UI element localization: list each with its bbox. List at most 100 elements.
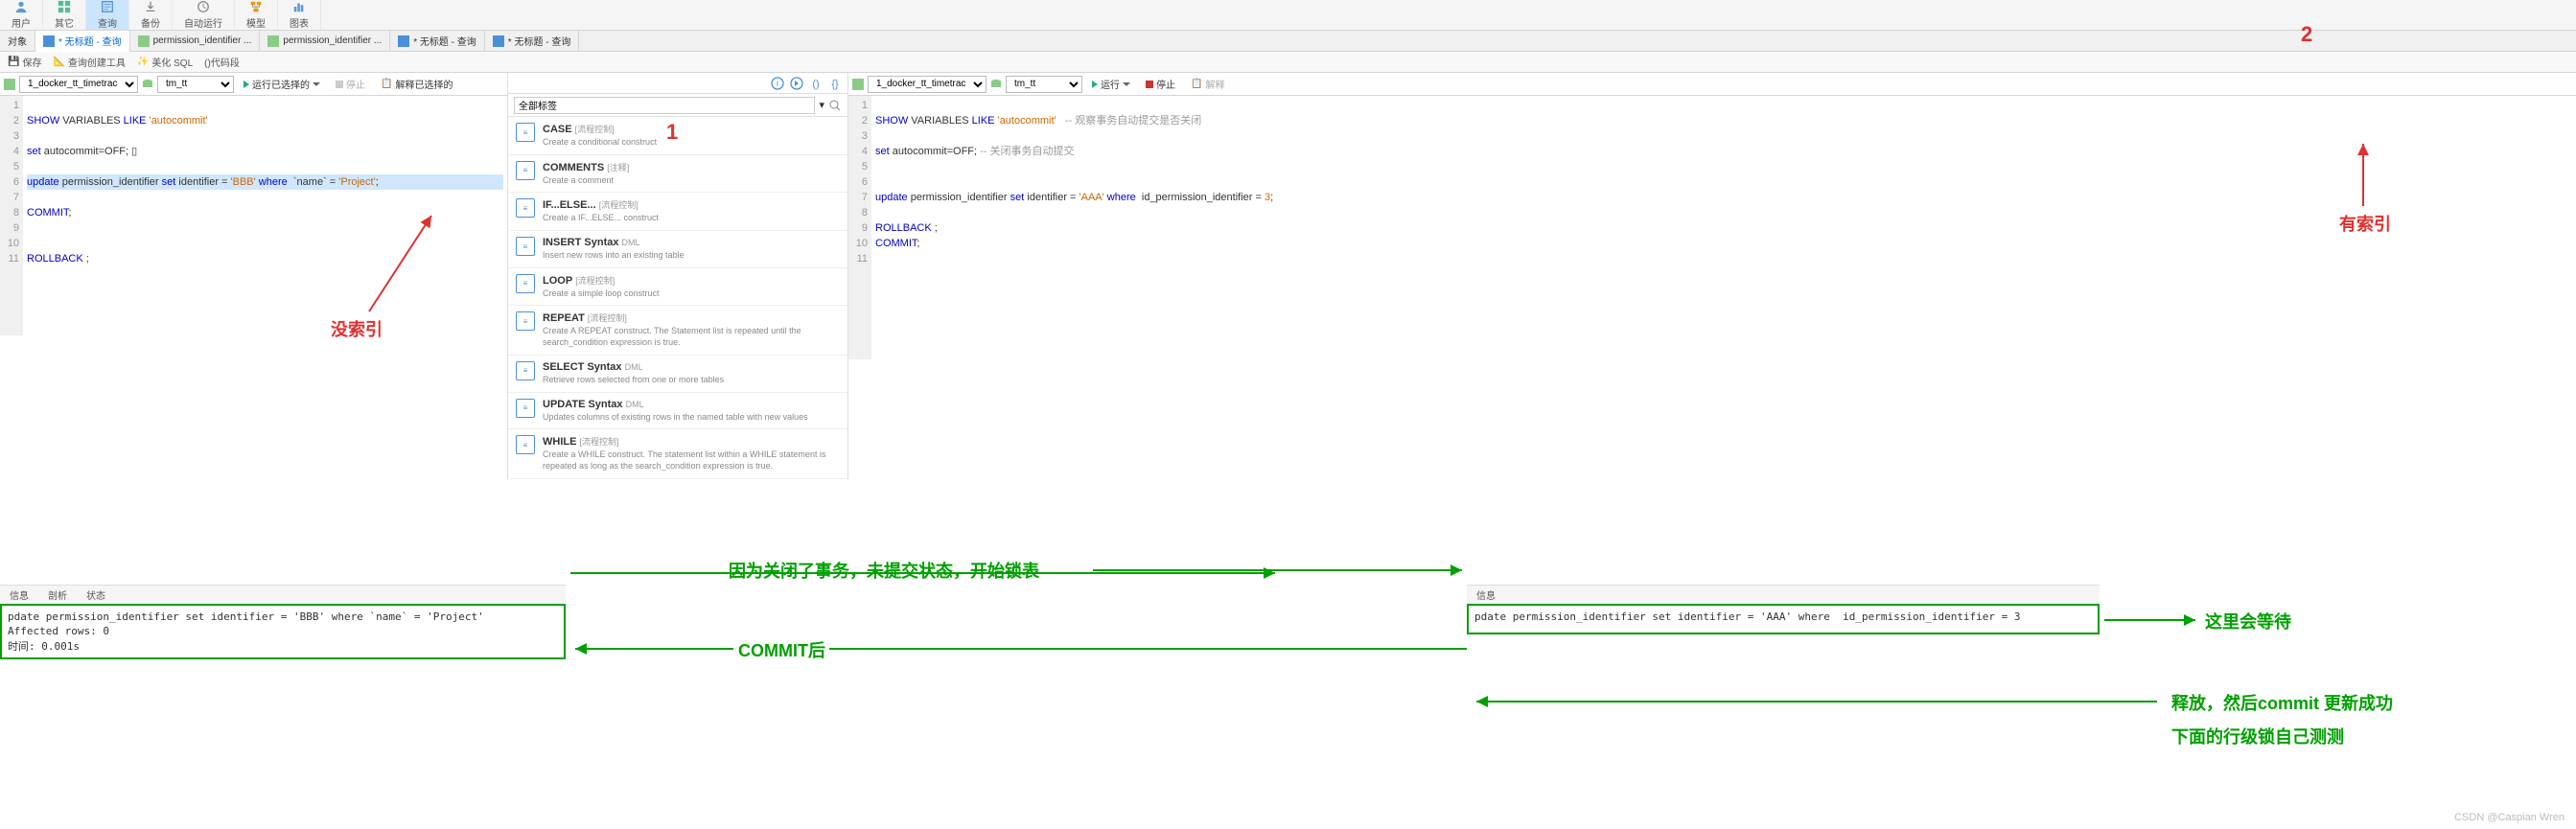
snippet-search-row: ▾ <box>508 94 847 117</box>
tab-objects[interactable]: 对象 <box>0 31 35 52</box>
snippet-item[interactable]: ≡REPEAT [流程控制]Create A REPEAT construct.… <box>508 306 847 355</box>
ribbon-other[interactable]: 其它 <box>43 0 86 30</box>
snippet-desc: Create a WHILE construct. The statement … <box>543 449 840 472</box>
output-tab-info[interactable]: 信息 <box>0 586 38 604</box>
save-button[interactable]: 💾 保存 <box>8 55 41 69</box>
snippet-item[interactable]: ≡LOOP [流程控制]Create a simple loop constru… <box>508 268 847 307</box>
run-button-left[interactable]: 运行已选择的 <box>238 76 326 92</box>
brackets-icon[interactable]: () <box>809 77 823 90</box>
tab-query-2[interactable]: * 无标题 - 查询 <box>390 31 485 52</box>
code-area-right[interactable]: SHOW VARIABLES LIKE 'autocommit' -- 观察事务… <box>871 96 2576 359</box>
explain-button-left[interactable]: 📋解释已选择的 <box>375 76 458 92</box>
tab-perm-2[interactable]: permission_identifier ... <box>260 31 390 52</box>
output-tab-profile[interactable]: 剖析 <box>38 586 77 604</box>
output-tabs-right: 信息 <box>1467 585 2100 604</box>
connection-row-right: 1_docker_tt_timetrac tm_tt 运行 停止 📋解释 <box>848 73 2576 96</box>
connection-select-left[interactable]: 1_docker_tt_timetrac <box>19 76 138 93</box>
sql-editor-right[interactable]: 1234567891011 SHOW VARIABLES LIKE 'autoc… <box>848 96 2576 359</box>
ribbon-user[interactable]: 用户 <box>0 0 43 30</box>
snippet-icon: ≡ <box>516 311 535 331</box>
output-tabs-left: 信息 剖析 状态 <box>0 585 566 604</box>
snippet-item[interactable]: ≡COMMENTS [注释]Create a comment <box>508 155 847 194</box>
ribbon-auto[interactable]: 自动运行 <box>173 0 235 30</box>
sql-editor-left[interactable]: 1234567891011 SHOW VARIABLES LIKE 'autoc… <box>0 96 507 335</box>
snippet-icon: ≡ <box>516 198 535 218</box>
model-icon <box>248 0 264 13</box>
snippet-item[interactable]: ≡SELECT Syntax DMLRetrieve rows selected… <box>508 356 847 393</box>
code-snippet-button[interactable]: ()代码段 <box>204 55 240 69</box>
stop-button-left[interactable]: 停止 <box>330 76 371 92</box>
snippet-filter-input[interactable] <box>514 97 815 114</box>
db-icon <box>990 79 1002 90</box>
line-gutter-right: 1234567891011 <box>848 96 871 359</box>
snippet-desc: Create a comment <box>543 175 840 187</box>
play-icon <box>1092 81 1098 88</box>
main-area: 1_docker_tt_timetrac tm_tt 运行已选择的 停止 📋解释… <box>0 73 2576 479</box>
tab-query-1[interactable]: * 无标题 - 查询 <box>35 31 130 52</box>
run-button-right[interactable]: 运行 <box>1086 76 1136 92</box>
snippet-title: CASE [流程控制] <box>543 123 840 135</box>
output-body-right: pdate permission_identifier set identifi… <box>1467 604 2100 634</box>
tab-perm-1[interactable]: permission_identifier ... <box>130 31 261 52</box>
chart-icon <box>291 0 307 13</box>
ribbon-model[interactable]: 模型 <box>235 0 278 30</box>
snippet-desc: Updates columns of existing rows in the … <box>543 412 840 424</box>
anno-wait-msg: 这里会等待 <box>2205 609 2291 633</box>
beautify-sql-button[interactable]: ✨ 美化 SQL <box>137 55 193 69</box>
snippet-header-icons: i () {} <box>508 73 847 94</box>
explain-button-right[interactable]: 📋解释 <box>1185 76 1230 92</box>
braces-icon[interactable]: {} <box>828 77 842 90</box>
snippet-item[interactable]: ≡IF...ELSE... [流程控制]Create a IF...ELSE..… <box>508 193 847 231</box>
snippet-title: SELECT Syntax DML <box>543 361 840 373</box>
database-select-right[interactable]: tm_tt <box>1006 76 1082 93</box>
scroll-track-right[interactable] <box>1381 602 1467 603</box>
snippet-item[interactable]: ≡CASE [流程控制]Create a conditional constru… <box>508 117 847 155</box>
code-area-left[interactable]: SHOW VARIABLES LIKE 'autocommit' set aut… <box>23 96 507 335</box>
ribbon-backup[interactable]: 备份 <box>129 0 173 30</box>
snippet-icon: ≡ <box>516 361 535 380</box>
table-tab-icon <box>267 35 279 47</box>
svg-text:(): () <box>812 79 819 90</box>
arrow-lock-right <box>570 568 1280 578</box>
query-builder-button[interactable]: 📐 查询创建工具 <box>53 55 125 69</box>
arrow-lock-right-2 <box>1093 564 1467 577</box>
query-tab-icon <box>43 35 55 47</box>
output-tab-status[interactable]: 状态 <box>77 586 115 604</box>
query-tab-icon <box>398 35 409 47</box>
table-tab-icon <box>138 35 150 47</box>
ribbon-query[interactable]: 查询 <box>86 0 129 30</box>
document-tabs: 对象 * 无标题 - 查询 permission_identifier ... … <box>0 31 2576 52</box>
snippet-item[interactable]: ≡UPDATE Syntax DMLUpdates columns of exi… <box>508 393 847 430</box>
clock-icon <box>196 0 211 13</box>
database-select-left[interactable]: tm_tt <box>157 76 234 93</box>
tab-query-3[interactable]: * 无标题 - 查询 <box>485 31 580 52</box>
snippet-list: ≡CASE [流程控制]Create a conditional constru… <box>508 117 847 479</box>
output-tab-info-right[interactable]: 信息 <box>1467 586 1505 604</box>
stop-icon <box>336 81 343 88</box>
circle-info-icon[interactable]: i <box>771 77 784 90</box>
output-panel-left: 信息 剖析 状态 pdate permission_identifier set… <box>0 585 566 659</box>
anno-release-msg: 释放，然后commit 更新成功 <box>2171 690 2393 715</box>
arrow-release-left <box>1472 695 2162 708</box>
connection-select-right[interactable]: 1_docker_tt_timetrac <box>868 76 986 93</box>
query-subtoolbar: 💾 保存 📐 查询创建工具 ✨ 美化 SQL ()代码段 <box>0 52 2576 73</box>
snippet-item[interactable]: ≡WHILE [流程控制]Create a WHILE construct. T… <box>508 429 847 478</box>
circle-arrow-icon[interactable] <box>790 77 803 90</box>
snippet-panel: i () {} ▾ ≡CASE [流程控制]Create a condition… <box>508 73 848 479</box>
snippet-title: REPEAT [流程控制] <box>543 311 840 324</box>
snippet-item[interactable]: ≡INSERT Syntax DMLInsert new rows into a… <box>508 231 847 268</box>
stop-button-right[interactable]: 停止 <box>1140 76 1181 92</box>
output-panel-right: 信息 pdate permission_identifier set ident… <box>1467 585 2100 634</box>
search-icon[interactable] <box>828 99 842 112</box>
backup-icon <box>143 0 158 13</box>
anno-row-lock: 下面的行级锁自己测测 <box>2171 724 2344 748</box>
watermark: CSDN @Caspian Wren <box>2454 812 2564 823</box>
ribbon-chart[interactable]: 图表 <box>278 0 321 30</box>
db-icon <box>142 79 153 90</box>
line-gutter-left: 1234567891011 <box>0 96 23 335</box>
snippet-icon: ≡ <box>516 123 535 142</box>
dropdown-icon <box>313 82 320 86</box>
play-icon <box>244 81 249 88</box>
snippet-icon: ≡ <box>516 237 535 256</box>
snippet-desc: Create a IF...ELSE... construct <box>543 213 840 224</box>
